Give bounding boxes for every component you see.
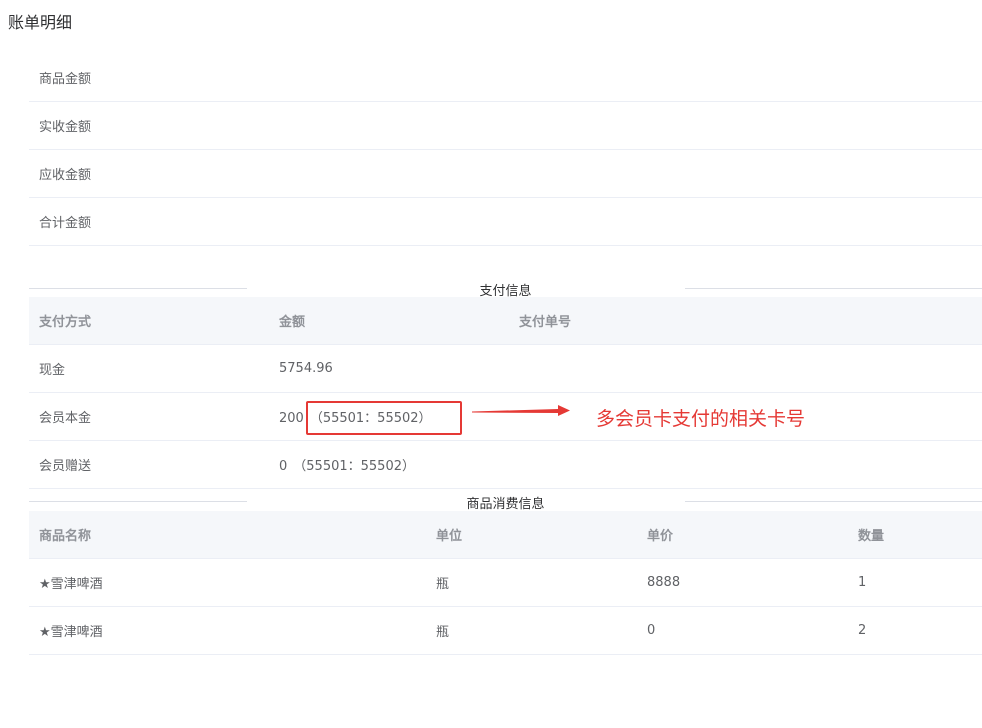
table-header-row: 支付方式 金额 支付单号 [29, 297, 982, 345]
goods-price: 8888 [637, 558, 848, 607]
payment-order-no [509, 344, 982, 393]
goods-qty: 1 [848, 558, 982, 607]
payment-section-divider: 支付信息 [29, 278, 982, 299]
payment-method: 现金 [29, 344, 269, 393]
payment-amount: 0 （55501：55502） [269, 440, 509, 489]
payment-table: 支付方式 金额 支付单号 现金 5754.96 会员本金 200 （55501：5… [29, 297, 982, 489]
amount-row-goods: 商品金额 [29, 54, 982, 102]
table-row: ★雪津啤酒 瓶 8888 1 [29, 558, 982, 607]
column-header-method: 支付方式 [29, 297, 269, 345]
amount-summary-list: 商品金额 实收金额 应收金额 合计金额 [29, 54, 982, 246]
annotation-text: 多会员卡支付的相关卡号 [596, 408, 806, 430]
member-card-ids: （55501：55502） [293, 458, 415, 474]
goods-section-title: 商品消费信息 [466, 497, 545, 512]
column-header-price: 单价 [637, 511, 848, 559]
goods-unit: 瓶 [426, 558, 637, 607]
amount-row-received: 实收金额 [29, 102, 982, 150]
amount-label: 商品金额 [39, 72, 92, 87]
table-header-row: 商品名称 单位 单价 数量 [29, 511, 982, 559]
column-header-amount: 金额 [269, 297, 509, 345]
payment-order-no [509, 440, 982, 489]
amount-label: 合计金额 [39, 216, 92, 231]
column-header-order-no: 支付单号 [509, 297, 982, 345]
amount-label: 应收金额 [39, 168, 92, 183]
column-header-name: 商品名称 [29, 511, 426, 559]
table-row: ★雪津啤酒 瓶 0 2 [29, 606, 982, 655]
amount-value: 0 [279, 458, 288, 474]
amount-row-receivable: 应收金额 [29, 150, 982, 198]
amount-value: 200 [279, 410, 304, 426]
payment-amount: 5754.96 [269, 344, 509, 393]
column-header-unit: 单位 [426, 511, 637, 559]
amount-value: 5754.96 [279, 360, 333, 376]
goods-price: 0 [637, 606, 848, 655]
payment-method: 会员赠送 [29, 440, 269, 489]
annotation-highlight-box [306, 401, 462, 435]
goods-section-divider: 商品消费信息 [29, 491, 982, 512]
annotation-arrow-icon [472, 405, 570, 416]
goods-qty: 2 [848, 606, 982, 655]
goods-unit: 瓶 [426, 606, 637, 655]
table-row: 现金 5754.96 [29, 344, 982, 393]
table-row: 会员赠送 0 （55501：55502） [29, 440, 982, 489]
goods-name: ★雪津啤酒 [29, 606, 426, 655]
goods-name: ★雪津啤酒 [29, 558, 426, 607]
goods-table: 商品名称 单位 单价 数量 ★雪津啤酒 瓶 8888 1 ★雪津啤酒 瓶 0 2 [29, 511, 982, 655]
column-header-qty: 数量 [848, 511, 982, 559]
amount-label: 实收金额 [39, 120, 92, 135]
payment-method: 会员本金 [29, 392, 269, 441]
amount-row-total: 合计金额 [29, 198, 982, 246]
page-title: 账单明细 [8, 13, 73, 32]
